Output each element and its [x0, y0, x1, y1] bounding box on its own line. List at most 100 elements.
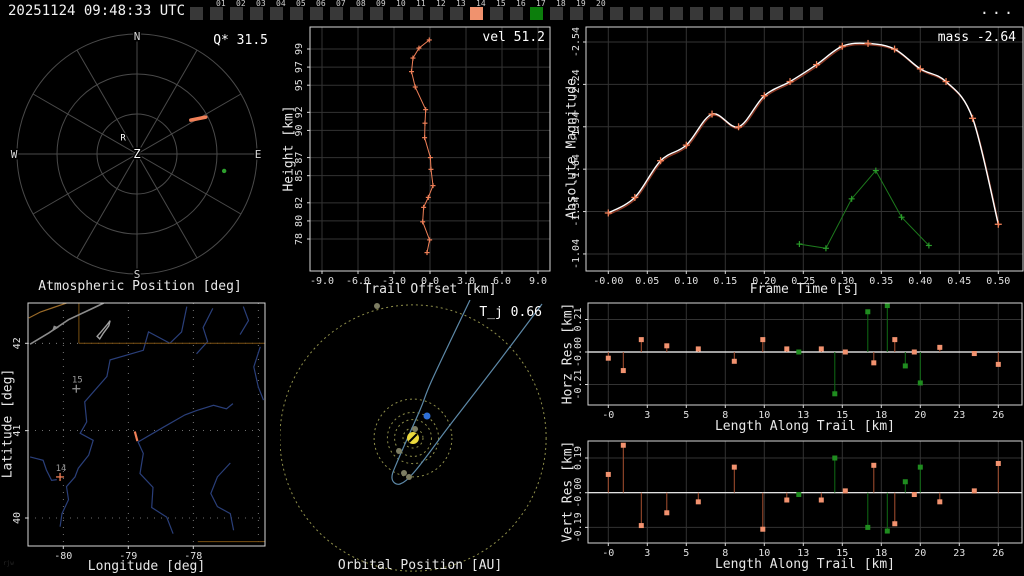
frame-box[interactable] — [610, 7, 623, 20]
frame-box[interactable] — [710, 7, 723, 20]
frame-box[interactable] — [230, 7, 243, 20]
frame-cell: 13 — [450, 0, 470, 24]
frame-cell: 02 — [230, 0, 250, 24]
meteoroid-dot — [401, 470, 407, 476]
overflow-menu[interactable]: ... — [980, 0, 1016, 18]
river-path — [196, 308, 214, 355]
frame-box[interactable] — [750, 7, 763, 20]
frame-cell — [750, 0, 770, 24]
height-profile-plot: -9.0 -6.0 -3.0 0.0 3.0 6.0 9.09997959290878582… — [294, 26, 551, 287]
frame-box[interactable] — [650, 7, 663, 20]
panel-height-profile: -9.0 -6.0 -3.0 0.0 3.0 6.0 9.0 99 97 95 92 90 87 85 82… — [280, 24, 560, 300]
frame-cell: 08 — [350, 0, 370, 24]
mag-xlabel: Frame Time [s] — [749, 282, 860, 297]
earth-dot — [423, 412, 431, 420]
frame-box[interactable] — [730, 7, 743, 20]
residual-marker — [995, 460, 1001, 466]
atmos-caption: Atmospheric Position [deg] — [38, 279, 242, 294]
grid — [588, 441, 1022, 543]
frame-box[interactable] — [410, 7, 423, 20]
frame-cell — [770, 0, 790, 24]
frame-box[interactable] — [790, 7, 803, 20]
frame-number: 01 — [216, 0, 226, 8]
y-tick-label: -1.04 — [571, 239, 582, 269]
y-tick-label: 80 — [294, 215, 305, 227]
frame-box[interactable] — [770, 7, 783, 20]
frame-cell — [650, 0, 670, 24]
frame-cell: 12 — [430, 0, 450, 24]
plot-frame — [587, 302, 1023, 406]
frame-box[interactable] — [510, 7, 523, 20]
frame-cell: 14 — [470, 0, 490, 24]
residual-marker — [884, 528, 890, 534]
frame-box[interactable] — [190, 7, 203, 20]
frame-cell: 20 — [590, 0, 610, 24]
vert-res-ylabel: Vert Res [km] — [560, 440, 576, 543]
frame-box[interactable] — [310, 7, 323, 20]
frame-box[interactable] — [690, 7, 703, 20]
residual-marker — [902, 479, 908, 485]
residual-marker — [995, 361, 1001, 367]
frame-box[interactable] — [250, 7, 263, 20]
y-tick-label: 97 — [294, 61, 305, 73]
frame-box[interactable] — [270, 7, 283, 20]
frame-box[interactable] — [570, 7, 583, 20]
frame-box[interactable] — [290, 7, 303, 20]
frame-cell — [710, 0, 730, 24]
residual-marker — [865, 309, 871, 315]
frame-cell — [690, 0, 710, 24]
frame-cell: 07 — [330, 0, 350, 24]
frame-box[interactable] — [330, 7, 343, 20]
station2-series — [796, 167, 932, 252]
residual-marker — [784, 497, 790, 503]
frame-box[interactable] — [670, 7, 683, 20]
residual-marker — [731, 358, 737, 364]
compass-west-label: W — [11, 148, 18, 161]
frame-box[interactable] — [490, 7, 503, 20]
frame-cell — [630, 0, 650, 24]
river-path — [239, 306, 250, 335]
residual-marker — [695, 499, 701, 505]
horz-res-ylabel: Horz Res [km] — [560, 302, 576, 405]
mass-stat: mass -2.64 — [937, 30, 1016, 45]
frame-cell: 11 — [410, 0, 430, 24]
frame-box[interactable] — [630, 7, 643, 20]
residuals-plot: -0 3 5 8 10 13 15 18 20 23 260.21-0.00-0.21-0 3 5 8 10… — [573, 302, 1023, 559]
watermark: rjw — [3, 560, 14, 567]
frame-number: 05 — [296, 0, 306, 8]
frame-box[interactable] — [430, 7, 443, 20]
frame-box[interactable] — [550, 7, 563, 20]
frame-box[interactable] — [370, 7, 383, 20]
frame-cell: 18 — [550, 0, 570, 24]
mag-ylabel: Absolute Magnitude — [564, 78, 580, 219]
frame-box[interactable] — [470, 7, 483, 20]
residual-marker — [842, 488, 848, 494]
frame-box[interactable] — [530, 7, 543, 20]
frame-box[interactable] — [590, 7, 603, 20]
frame-cell: 05 — [290, 0, 310, 24]
frame-number: 09 — [376, 0, 386, 8]
station2-point — [221, 168, 227, 174]
panel-magnitude-lightcurve: -0.00 0.05 0.10 0.15 0.20 0.25 0.30 0.35 0.40 0.4… — [560, 24, 1024, 300]
frame-box[interactable] — [810, 7, 823, 20]
frame-number: 03 — [256, 0, 266, 8]
frame-number: 06 — [316, 0, 326, 8]
frame-cell — [190, 0, 210, 24]
y-tick-label: 42 — [12, 337, 23, 349]
residual-marker — [620, 442, 626, 448]
shoreline-path — [28, 303, 67, 319]
residual-marker — [971, 488, 977, 494]
residual-marker — [796, 349, 802, 355]
map-ylabel: Latitude [deg] — [0, 368, 16, 479]
frame-box[interactable] — [450, 7, 463, 20]
frame-number: 18 — [556, 0, 566, 8]
residual-marker — [832, 391, 838, 397]
residual-marker — [937, 499, 943, 505]
frame-box[interactable] — [210, 7, 223, 20]
grid — [588, 303, 1022, 405]
frame-number: 08 — [356, 0, 366, 8]
frame-box[interactable] — [390, 7, 403, 20]
frame-box[interactable] — [350, 7, 363, 20]
orbital-caption: Orbital Position [AU] — [337, 558, 503, 573]
map-content: 1514 — [28, 303, 265, 546]
